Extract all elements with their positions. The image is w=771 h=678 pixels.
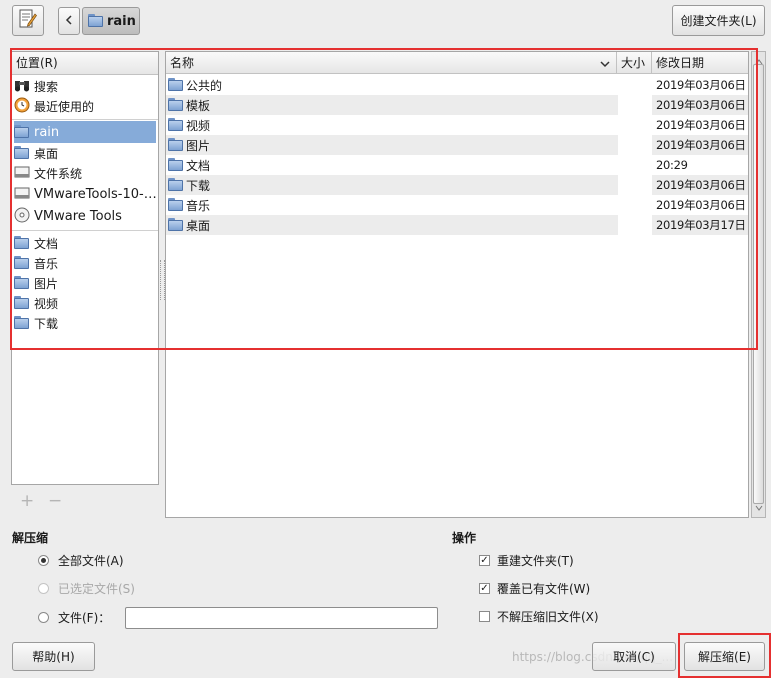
place-item-vmware-tools-cd[interactable]: VMware Tools (14, 206, 156, 226)
column-header-size[interactable]: 大小 (617, 52, 652, 74)
edit-document-button[interactable] (12, 5, 44, 36)
desktop-folder-icon (168, 218, 184, 232)
help-button[interactable]: 帮助(H) (12, 642, 95, 671)
pictures-folder-icon (168, 138, 184, 152)
place-item-search[interactable]: 搜索 (14, 76, 156, 96)
file-row[interactable]: 下载 2019年03月06日 (166, 175, 748, 195)
file-list-scrollbar[interactable] (751, 51, 766, 518)
place-item-label: VMware Tools (34, 208, 122, 224)
create-folder-button[interactable]: 创建文件夹(L) (672, 5, 765, 36)
recent-clock-icon (14, 97, 30, 116)
home-folder-icon (88, 14, 104, 28)
place-item-label: 搜索 (34, 79, 59, 94)
music-folder-icon (168, 198, 184, 212)
selected-files-radio[interactable] (38, 583, 49, 594)
scroll-down-icon[interactable] (755, 500, 763, 514)
place-item-label: 视频 (34, 296, 59, 311)
column-header-modified[interactable]: 修改日期 (652, 52, 748, 74)
edit-document-icon (19, 9, 37, 32)
add-place-button[interactable]: + (20, 491, 34, 511)
place-item-label: 音乐 (34, 256, 59, 271)
place-item-pictures[interactable]: 图片 (14, 273, 156, 293)
file-row[interactable]: 模板 2019年03月06日 (166, 95, 748, 115)
files-radio[interactable] (38, 612, 49, 623)
desktop-folder-icon (14, 146, 30, 160)
selected-files-label[interactable]: 已选定文件(S) (58, 580, 135, 597)
place-item-vmwaretools-drive[interactable]: VMwareTools-10-… (14, 184, 156, 204)
music-folder-icon (14, 256, 30, 270)
place-item-downloads[interactable]: 下载 (14, 313, 156, 333)
place-item-label: 文档 (34, 236, 59, 251)
place-item-label: VMwareTools-10-… (34, 186, 156, 202)
cancel-button[interactable]: 取消(C) (592, 642, 676, 671)
place-item-label: 最近使用的 (34, 99, 95, 114)
places-panel: 位置(R) 搜索 最近使用的 rain 桌面 文件系统 VMwareTools-… (11, 51, 159, 485)
column-header-name[interactable]: 名称 (166, 52, 617, 74)
file-row[interactable]: 视频 2019年03月06日 (166, 115, 748, 135)
overwrite-checkbox[interactable]: ✓ (479, 583, 490, 594)
place-item-label: 文件系统 (34, 166, 83, 181)
actions-section-title: 操作 (452, 531, 477, 545)
scrollbar-thumb[interactable] (753, 64, 764, 504)
files-pattern-input[interactable] (125, 607, 438, 629)
extract-section-title: 解压缩 (12, 531, 49, 545)
downloads-folder-icon (14, 316, 30, 330)
no-older-checkbox[interactable] (479, 611, 490, 622)
all-files-radio[interactable] (38, 555, 49, 566)
recreate-folders-checkbox[interactable]: ✓ (479, 555, 490, 566)
templates-folder-icon (168, 98, 184, 112)
chevron-left-icon (65, 14, 73, 28)
place-item-label: 图片 (34, 276, 59, 291)
downloads-folder-icon (168, 178, 184, 192)
places-header[interactable]: 位置(R) (12, 52, 158, 75)
documents-folder-icon (14, 236, 30, 250)
place-item-filesystem[interactable]: 文件系统 (14, 163, 156, 183)
file-row[interactable]: 公共的 2019年03月06日 (166, 75, 748, 95)
place-item-label: 桌面 (34, 146, 59, 161)
all-files-label[interactable]: 全部文件(A) (58, 552, 124, 569)
path-button-rain[interactable]: rain (82, 7, 140, 35)
drive-icon (14, 165, 30, 182)
recreate-folders-label[interactable]: 重建文件夹(T) (497, 552, 574, 569)
home-folder-icon (14, 125, 30, 139)
place-item-videos[interactable]: 视频 (14, 293, 156, 313)
place-item-rain[interactable]: rain (14, 121, 156, 143)
videos-folder-icon (168, 118, 184, 132)
extract-button[interactable]: 解压缩(E) (684, 642, 765, 671)
file-list-panel: 名称 大小 修改日期 公共的 2019年03月06日 模板 2019年03月06日 … (165, 51, 749, 518)
drive-icon (14, 186, 30, 203)
overwrite-label[interactable]: 覆盖已有文件(W) (497, 580, 590, 597)
place-item-recent[interactable]: 最近使用的 (14, 96, 156, 116)
place-item-music[interactable]: 音乐 (14, 253, 156, 273)
place-item-label: rain (34, 124, 60, 140)
files-label[interactable]: 文件(F)： (58, 609, 110, 626)
remove-place-button[interactable]: − (48, 491, 62, 511)
no-older-label[interactable]: 不解压缩旧文件(X) (497, 608, 599, 625)
file-row[interactable]: 音乐 2019年03月06日 (166, 195, 748, 215)
documents-folder-icon (168, 158, 184, 172)
file-row[interactable]: 图片 2019年03月06日 (166, 135, 748, 155)
public-folder-icon (168, 78, 184, 92)
file-row[interactable]: 桌面 2019年03月17日 (166, 215, 748, 235)
place-item-desktop[interactable]: 桌面 (14, 143, 156, 163)
binoculars-icon (14, 78, 30, 95)
cdrom-icon (14, 207, 30, 226)
videos-folder-icon (14, 296, 30, 310)
file-row[interactable]: 文档 20:29 (166, 155, 748, 175)
path-button-label: rain (107, 13, 136, 29)
pictures-folder-icon (14, 276, 30, 290)
place-item-documents[interactable]: 文档 (14, 233, 156, 253)
sort-chevron-down-icon (600, 53, 610, 75)
back-button[interactable] (58, 7, 80, 35)
place-item-label: 下载 (34, 316, 59, 331)
